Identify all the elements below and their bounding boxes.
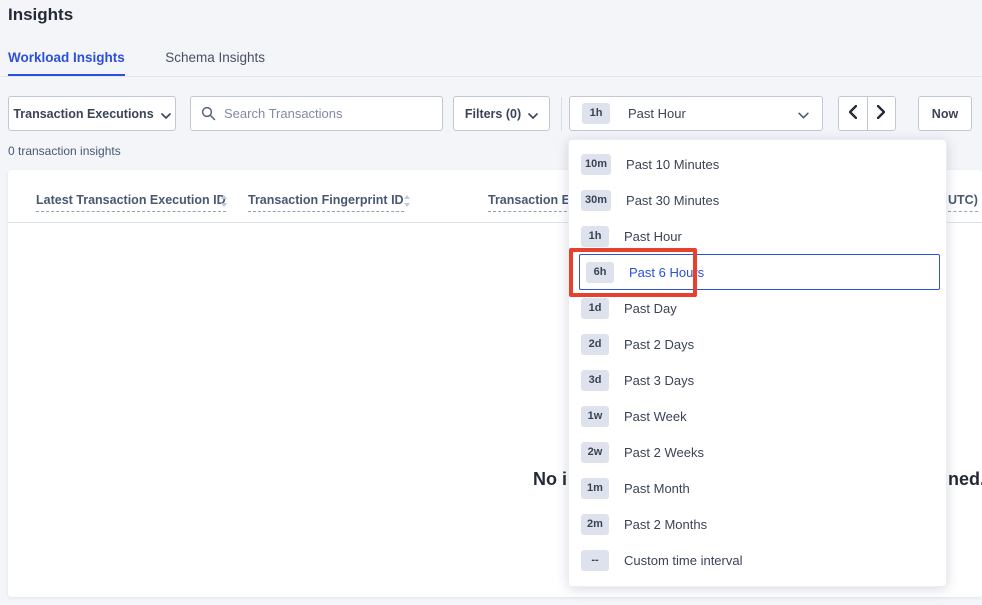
tab-schema-insights[interactable]: Schema Insights (165, 40, 265, 76)
search-box[interactable] (190, 96, 443, 131)
time-option-badge: 2m (581, 514, 609, 535)
time-option-label: Custom time interval (624, 553, 742, 568)
time-option-badge: -- (581, 550, 609, 571)
now-button[interactable]: Now (918, 96, 972, 131)
chevron-down-icon (528, 108, 538, 122)
time-interval-badge: 1h (582, 103, 610, 124)
chevron-left-icon (849, 105, 857, 122)
time-step-buttons (838, 96, 896, 131)
time-option-badge: 1h (581, 226, 609, 247)
insight-type-label: Transaction Executions (13, 107, 153, 121)
time-option[interactable]: 2d Past 2 Days (569, 326, 946, 362)
time-option-badge: 30m (581, 190, 611, 211)
time-option[interactable]: 2w Past 2 Weeks (569, 434, 946, 470)
time-option-label: Past Day (624, 301, 677, 316)
time-option-badge: 1w (581, 406, 609, 427)
chevron-down-icon (798, 107, 809, 122)
time-option-badge: 1d (581, 298, 609, 319)
time-option-label: Past Month (624, 481, 690, 496)
time-option[interactable]: 10m Past 10 Minutes (569, 146, 946, 182)
time-option[interactable]: 3d Past 3 Days (569, 362, 946, 398)
time-option-label: Past 2 Months (624, 517, 707, 532)
annotation-highlight-box (569, 248, 697, 297)
insights-page: Insights Workload Insights Schema Insigh… (0, 0, 982, 605)
empty-message-fragment-right: ned. (948, 469, 982, 490)
time-option-label: Past 10 Minutes (626, 157, 719, 172)
time-option-label: Past 3 Days (624, 373, 694, 388)
time-option[interactable]: 1m Past Month (569, 470, 946, 506)
prev-interval-button[interactable] (839, 97, 868, 130)
column-header-transaction-execution-truncated[interactable]: Transaction Ex (488, 193, 577, 212)
time-option[interactable]: 2m Past 2 Months (569, 506, 946, 542)
column-header-utc-truncated[interactable]: UTC) (948, 193, 978, 212)
sort-icon[interactable] (403, 194, 411, 212)
next-interval-button[interactable] (868, 97, 896, 130)
time-option-label: Past 30 Minutes (626, 193, 719, 208)
toolbar-divider (561, 97, 562, 131)
time-option[interactable]: 1w Past Week (569, 398, 946, 434)
time-option-badge: 10m (581, 154, 611, 175)
column-header-latest-transaction-execution-id[interactable]: Latest Transaction Execution ID (36, 193, 226, 212)
chevron-right-icon (877, 105, 885, 122)
tab-bar: Workload Insights Schema Insights (0, 40, 982, 77)
insight-type-select[interactable]: Transaction Executions (8, 96, 176, 131)
page-title: Insights (8, 5, 73, 25)
time-option-label: Past 2 Weeks (624, 445, 704, 460)
chevron-down-icon (161, 108, 171, 122)
time-option[interactable]: 30m Past 30 Minutes (569, 182, 946, 218)
tab-workload-insights[interactable]: Workload Insights (8, 40, 125, 76)
time-option-badge: 2w (581, 442, 609, 463)
time-option-label: Past Hour (624, 229, 682, 244)
time-option-badge: 3d (581, 370, 609, 391)
time-option-label: Past Week (624, 409, 687, 424)
insights-count: 0 transaction insights (8, 144, 121, 158)
filters-button[interactable]: Filters (0) (453, 96, 550, 131)
time-interval-label: Past Hour (628, 106, 686, 121)
time-option[interactable]: -- Custom time interval (569, 542, 946, 578)
time-option-badge: 1m (581, 478, 609, 499)
time-interval-dropdown: 10m Past 10 Minutes 30m Past 30 Minutes … (568, 139, 947, 587)
time-option-label: Past 2 Days (624, 337, 694, 352)
sort-icon[interactable] (220, 194, 228, 212)
column-header-transaction-fingerprint-id[interactable]: Transaction Fingerprint ID (248, 193, 404, 212)
search-input[interactable] (224, 106, 432, 121)
search-icon (201, 106, 216, 121)
time-option-badge: 2d (581, 334, 609, 355)
filters-label: Filters (0) (465, 107, 521, 121)
time-interval-select[interactable]: 1h Past Hour (569, 96, 823, 131)
